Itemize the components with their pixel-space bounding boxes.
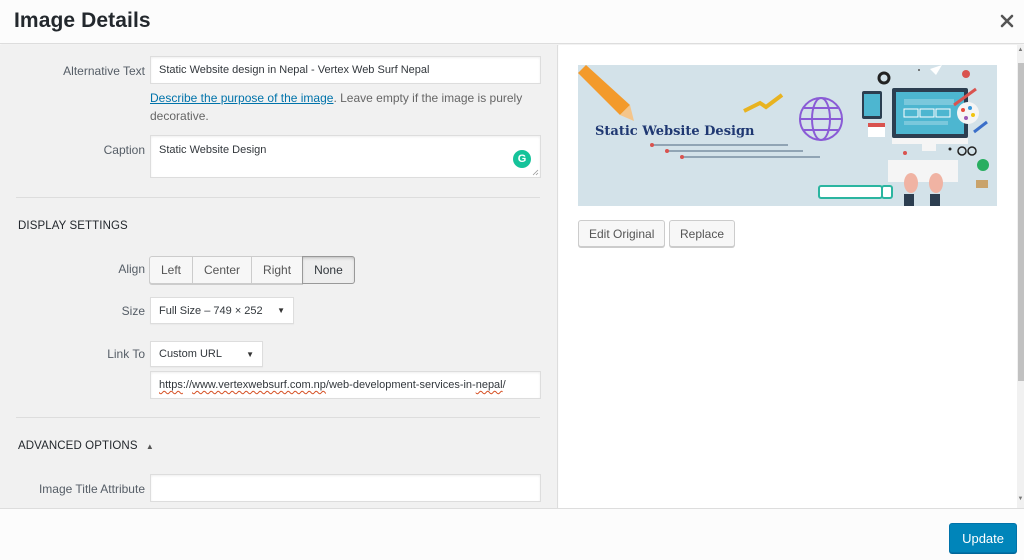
align-label: Align [118,262,145,276]
align-center-button[interactable]: Center [192,256,253,284]
caption-value: Static Website Design [159,144,267,156]
image-details-modal: Image Details Alternative Text Static We… [0,0,1024,560]
alt-text-help: Describe the purpose of the image. Leave… [150,89,540,125]
caption-label: Caption [103,143,145,157]
banner-illustration: Static Website Design [578,65,997,206]
image-preview: Static Website Design [578,65,997,206]
custom-url-input[interactable]: https://www.vertexwebsurf.com.np/web-dev… [150,371,541,399]
caption-textarea[interactable]: Static Website Design G [150,135,541,178]
update-button[interactable]: Update [949,523,1017,553]
size-select-value: Full Size – 749 × 252 [159,304,263,317]
preview-panel: Static Website Design Edit Original Repl… [559,45,1024,508]
advanced-options-toggle[interactable]: Advanced Options ▲ [18,440,154,452]
settings-panel: Alternative Text Static Website design i… [0,45,558,508]
alt-text-input[interactable]: Static Website design in Nepal - Vertex … [150,56,541,84]
banner-title: Static Website Design [595,124,755,139]
url-part: / [502,379,506,391]
close-button[interactable] [998,12,1016,30]
search-bar-graphic [818,185,883,199]
modal-title: Image Details [14,9,151,32]
url-part: nepal [475,379,503,391]
scrollbar[interactable]: ▲ ▼ [1017,45,1024,508]
image-title-attribute-label: Image Title Attribute [38,482,145,496]
modal-header: Image Details [0,0,1024,44]
edit-original-button[interactable]: Edit Original [578,220,666,247]
link-to-select[interactable]: Custom URL ▼ [150,341,263,367]
url-part: :// [182,379,193,391]
size-select[interactable]: Full Size – 749 × 252 ▼ [150,297,294,324]
alt-text-value: Static Website design in Nepal - Vertex … [159,64,430,76]
size-label: Size [121,304,145,318]
alt-text-label: Alternative Text [63,64,145,78]
triangle-up-icon: ▲ [145,442,154,451]
scroll-down-arrow-icon[interactable]: ▼ [1017,496,1024,506]
url-part: https [159,379,183,391]
link-to-select-value: Custom URL [159,348,222,360]
url-part: /web-development-services-in- [325,379,476,391]
divider [16,197,540,198]
scrollbar-thumb[interactable] [1018,63,1024,381]
divider [16,417,540,418]
image-title-attribute-input[interactable] [150,474,541,502]
modal-footer: Update [0,508,1024,560]
align-button-group: Left Center Right None [149,256,355,284]
dropdown-caret-icon: ▼ [246,349,254,359]
align-none-button[interactable]: None [302,256,355,284]
link-to-label: Link To [107,347,145,361]
close-icon [1000,14,1014,28]
resize-grip-icon[interactable] [531,168,539,176]
dropdown-caret-icon: ▼ [277,306,285,315]
url-part: www.vertexwebsurf.com.np [192,379,326,391]
align-left-button[interactable]: Left [149,256,194,284]
display-settings-title: Display Settings [18,220,128,232]
describe-purpose-link[interactable]: Describe the purpose of the image [150,91,333,105]
scroll-up-arrow-icon[interactable]: ▲ [1017,47,1024,57]
keyboard-graphic [888,160,958,182]
grammarly-icon[interactable]: G [513,150,531,168]
advanced-options-title: Advanced Options [18,440,138,452]
replace-button[interactable]: Replace [669,220,736,247]
align-right-button[interactable]: Right [251,256,304,284]
